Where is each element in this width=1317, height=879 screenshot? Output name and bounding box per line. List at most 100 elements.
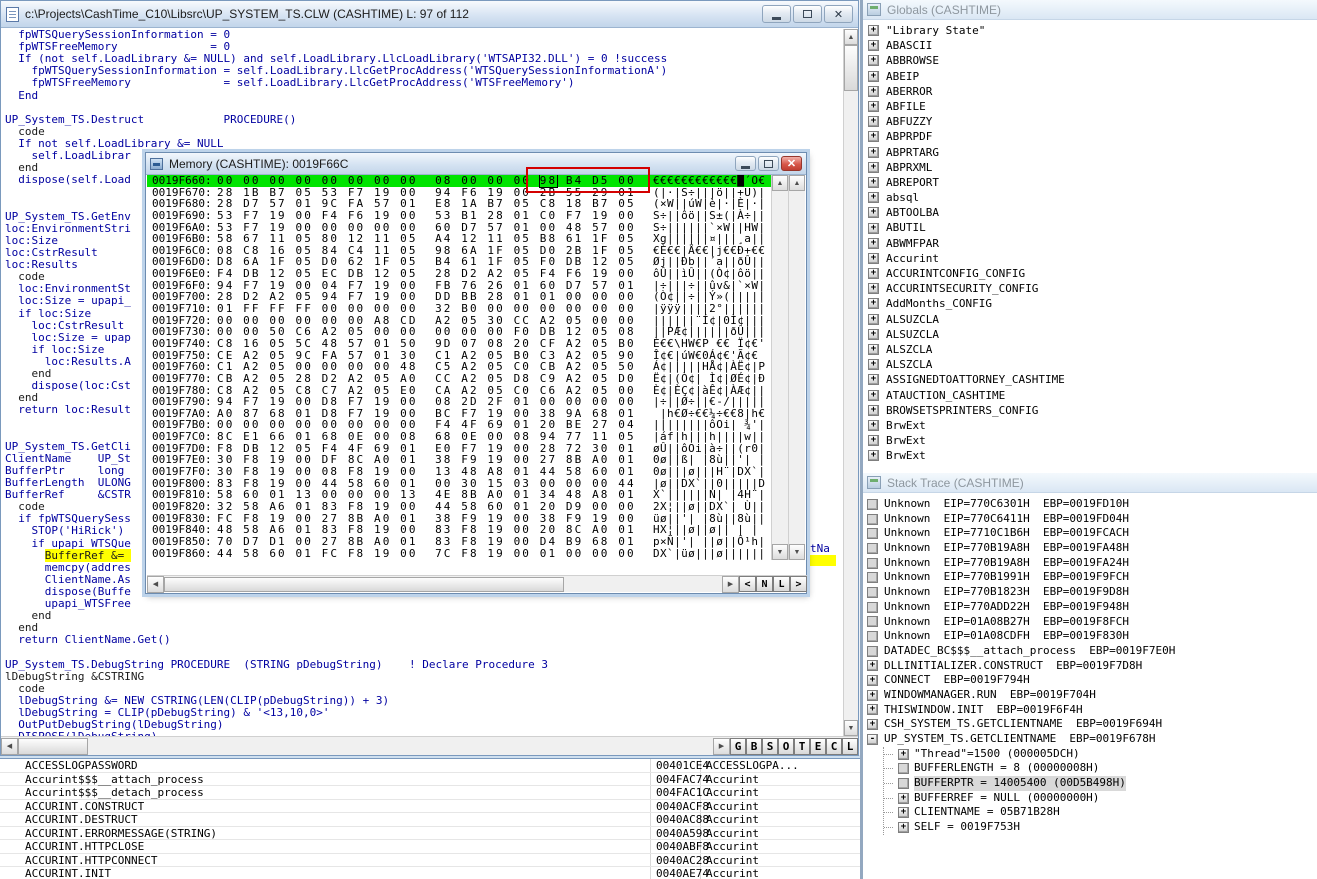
memory-row[interactable]: 0019F7C0:8C E1 66 01 68 0E 00 08 68 0E 0… [147,431,771,443]
memory-nav-button-l[interactable]: L [773,576,790,592]
globals-item[interactable]: +ABASCII [863,38,1317,53]
globals-item[interactable]: +ALSUZCLA [863,312,1317,327]
scroll-track[interactable] [772,191,788,544]
debugger-strip-button-o[interactable]: O [778,738,794,755]
expand-plus-icon[interactable]: + [898,793,909,804]
expand-plus-icon[interactable]: + [868,101,879,112]
expand-plus-icon[interactable]: + [868,329,879,340]
memory-row[interactable]: 0019F770:CB A2 05 28 D2 A2 05 A0 CC A2 0… [147,373,771,385]
scroll-left-icon[interactable]: ◀ [147,576,164,593]
debugger-strip-button-e[interactable]: E [810,738,826,755]
expand-plus-icon[interactable]: + [868,40,879,51]
globals-item[interactable]: +ABPRXML [863,160,1317,175]
stack-frame[interactable]: Unknown EIP=770B1991H EBP=0019F9FCH [863,570,1317,585]
globals-item[interactable]: +BrwExt [863,448,1317,463]
stack-frame[interactable]: Unknown EIP=770B19A8H EBP=0019FA48H [863,541,1317,556]
memory-restore-button[interactable] [758,156,779,171]
scroll-down-icon[interactable]: ▼ [844,720,858,736]
globals-item[interactable]: +BROWSETSPRINTERS_CONFIG [863,403,1317,418]
symbol-row[interactable]: ACCURINT.HTTPCLOSE0040ABF8Accurint [0,840,860,854]
symbol-row[interactable]: ACCURINT.DESTRUCT0040AC88Accurint [0,813,860,827]
scroll-track[interactable] [844,91,858,720]
scroll-track[interactable] [789,191,805,544]
globals-item[interactable]: +ABFUZZY [863,114,1317,129]
symbol-row[interactable]: ACCURINT.ERRORMESSAGE(STRING)0040A598Acc… [0,827,860,841]
stack-local-variable[interactable]: +SELF = 0019F753H [884,820,1317,835]
memory-row[interactable]: 0019F660:00 00 00 00 00 00 00 00 08 00 0… [147,175,771,187]
debugger-strip-button-s[interactable]: S [762,738,778,755]
hscroll-thumb[interactable] [164,577,564,592]
expand-plus-icon[interactable]: + [868,86,879,97]
stack-frame[interactable]: -UP_SYSTEM_TS.GETCLIENTNAME EBP=0019F678… [863,732,1317,747]
expand-plus-icon[interactable]: + [868,390,879,401]
expand-plus-icon[interactable]: + [868,420,879,431]
globals-item[interactable]: +ABFILE [863,99,1317,114]
expand-plus-icon[interactable]: + [898,749,909,760]
globals-item[interactable]: +ASSIGNEDTOATTORNEY_CASHTIME [863,372,1317,387]
expand-plus-icon[interactable]: + [867,690,878,701]
globals-item[interactable]: +ABREPORT [863,175,1317,190]
globals-panel-titlebar[interactable]: Globals (CASHTIME) [863,0,1317,20]
source-vertical-scrollbar[interactable]: ▲ ▼ [843,29,858,736]
expand-plus-icon[interactable]: + [868,344,879,355]
globals-item[interactable]: +ABERROR [863,84,1317,99]
source-window-titlebar[interactable]: c:\Projects\CashTime_C10\Libsrc\UP_SYSTE… [1,1,858,28]
globals-item[interactable]: +ABTOOLBA [863,205,1317,220]
memory-minimize-button[interactable] [735,156,756,171]
symbol-row[interactable]: ACCURINT.HTTPCONNECT0040AC28Accurint [0,854,860,868]
expand-plus-icon[interactable]: + [868,25,879,36]
expand-plus-icon[interactable]: + [898,822,909,833]
globals-item[interactable]: +absql [863,190,1317,205]
debugger-strip-button-l[interactable]: L [842,738,858,755]
expand-plus-icon[interactable]: + [868,71,879,82]
symbol-row[interactable]: Accurint$$$__detach_process004FAC1CAccur… [0,786,860,800]
scroll-right-icon[interactable]: ▶ [713,738,730,755]
symbol-row[interactable]: ACCURINT.CONSTRUCT0040ACF8Accurint [0,800,860,814]
globals-item[interactable]: +ABWMFPAR [863,236,1317,251]
expand-plus-icon[interactable]: + [868,162,879,173]
globals-item[interactable]: +ABPRPDF [863,129,1317,144]
memory-vertical-scrollbar[interactable]: ▲ ▼ ▲ ▼ [771,175,805,560]
hscroll-thumb[interactable] [18,738,88,755]
expand-plus-icon[interactable]: + [867,704,878,715]
stack-frame[interactable]: Unknown EIP=01A08B27H EBP=0019F8FCH [863,615,1317,630]
memory-row[interactable]: 0019F850:70 D7 D1 00 27 8B A0 01 83 F8 1… [147,536,771,548]
stack-local-variable[interactable]: +BUFFERREF = NULL (00000000H) [884,791,1317,806]
globals-item[interactable]: +ABBROWSE [863,53,1317,68]
scroll-left-icon[interactable]: ◀ [1,738,18,755]
globals-item[interactable]: +ABUTIL [863,220,1317,235]
memory-nav-button-next[interactable]: > [790,576,807,592]
stack-frame[interactable]: Unknown EIP=770B1823H EBP=0019F9D8H [863,585,1317,600]
stack-local-variable[interactable]: BUFFERLENGTH = 8 (00000008H) [884,761,1317,776]
globals-item[interactable]: +ABPRTARG [863,145,1317,160]
expand-plus-icon[interactable]: + [868,283,879,294]
stack-panel-titlebar[interactable]: Stack Trace (CASHTIME) [863,473,1317,493]
expand-plus-icon[interactable]: + [868,405,879,416]
stack-frame[interactable]: Unknown EIP=770C6411H EBP=0019FD04H [863,512,1317,527]
memory-row[interactable]: 0019F690:53 F7 19 00 F4 F6 19 00 53 B1 2… [147,210,771,222]
expand-plus-icon[interactable]: + [898,807,909,818]
globals-item[interactable]: +"Library State" [863,23,1317,38]
stack-frame[interactable]: Unknown EIP=770B19A8H EBP=0019FA24H [863,556,1317,571]
stack-frame[interactable]: +WINDOWMANAGER.RUN EBP=0019F704H [863,688,1317,703]
expand-plus-icon[interactable]: + [868,268,879,279]
symbol-row[interactable]: ACCURINT.INIT0040AE74Accurint [0,867,860,879]
stack-local-variable[interactable]: +"Thread"=1500 (000005DCH) [884,747,1317,762]
memory-row[interactable]: 0019F7F0:30 F8 19 00 08 F8 19 00 13 48 A… [147,466,771,478]
globals-item[interactable]: +AddMonths_CONFIG [863,296,1317,311]
globals-item[interactable]: +ALSZCLA [863,357,1317,372]
globals-item[interactable]: +ABEIP [863,69,1317,84]
expand-plus-icon[interactable]: + [868,374,879,385]
page-up-icon[interactable]: ▲ [789,175,805,191]
stack-local-variable[interactable]: +CLIENTNAME = 05B71B28H [884,805,1317,820]
memory-window-titlebar[interactable]: Memory (CASHTIME): 0019F66C ✕ [146,153,806,175]
memory-nav-button-n[interactable]: N [756,576,773,592]
memory-row[interactable]: 0019F820:32 58 A6 01 83 F8 19 00 44 58 6… [147,501,771,513]
symbol-row[interactable]: Accurint$$$__attach_process004FAC74Accur… [0,773,860,787]
scroll-up-icon[interactable]: ▲ [772,175,788,191]
stack-frame[interactable]: DATADEC_BC$$$__attach_process EBP=0019F7… [863,644,1317,659]
memory-close-button[interactable]: ✕ [781,156,802,171]
scroll-up-icon[interactable]: ▲ [844,29,858,45]
memory-row[interactable]: 0019F860:44 58 60 01 FC F8 19 00 7C F8 1… [147,548,771,560]
expand-plus-icon[interactable]: + [867,719,878,730]
